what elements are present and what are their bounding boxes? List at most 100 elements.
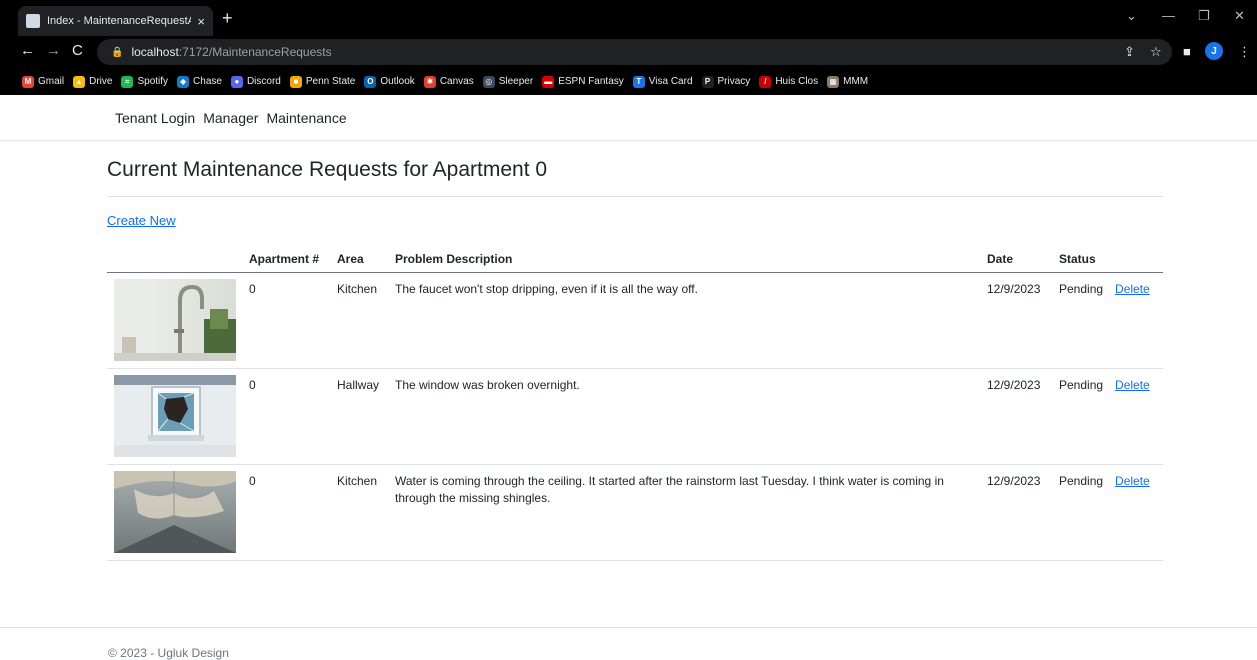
cell-status: Pending [1053,272,1110,369]
bookmark-label: ESPN Fantasy [558,76,624,87]
request-image [107,368,243,465]
bookmark-item[interactable]: ◆ Chase [177,75,222,88]
bookmark-label: Spotify [137,76,169,87]
bookmark-item[interactable]: ▬ ESPN Fantasy [542,75,624,88]
footer-copyright: © 2023 - Ugluk Design [108,646,229,660]
page-favicon-icon [26,14,40,28]
header-area: Area [331,246,389,273]
bookmark-label: Privacy [717,76,751,87]
bookmark-item[interactable]: O Outlook [364,75,415,88]
bookmark-label: Gmail [38,76,65,87]
bookmark-label: Outlook [380,76,415,87]
cell-actions: Delete [1109,272,1163,369]
discord-icon: ● [230,75,243,88]
page-title: Current Maintenance Requests for Apartme… [107,142,1163,197]
table-row: 0 Hallway The window was broken overnight.… [107,368,1163,465]
canvas-icon: ✱ [423,75,436,88]
bookmark-item[interactable]: ✱ Canvas [423,75,474,88]
nav-maintenance[interactable]: Maintenance [266,110,346,126]
bookmark-item[interactable]: ≈ Spotify [121,75,169,88]
side-panel-icon[interactable]: ■ [1183,44,1191,59]
cell-actions: Delete [1109,368,1163,465]
cell-status: Pending [1053,464,1110,561]
delete-link[interactable]: Delete [1115,474,1150,488]
cell-area: Kitchen [331,272,389,369]
bookmark-item[interactable]: ▲ Drive [73,75,113,88]
tab-strip: Index - MaintenanceRequestApp × + ⌄ — ❐ … [0,0,1257,36]
bookmark-item[interactable]: ● Discord [230,75,281,88]
header-problem: Problem Description [389,246,981,273]
drive-icon: ▲ [73,75,86,88]
forward-icon[interactable]: → [46,42,61,59]
maximize-icon[interactable]: ❐ [1198,8,1210,24]
url-path: :7172/MaintenanceRequests [178,45,332,59]
bookmark-item[interactable]: / Huis Clos [759,75,819,88]
header-image [107,246,243,273]
bookmark-label: Huis Clos [775,76,819,87]
window-close-icon[interactable]: ✕ [1234,8,1245,24]
reload-icon[interactable]: C [72,42,83,59]
cell-apartment: 0 [243,368,331,465]
nav-tenant-login[interactable]: Tenant Login [115,110,195,126]
minimize-icon[interactable]: — [1162,8,1175,23]
cell-apartment: 0 [243,464,331,561]
browser-toolbar: ← → C 🔒 localhost :7172/MaintenanceReque… [0,36,1257,68]
delete-link[interactable]: Delete [1115,282,1150,296]
visa-icon: T [632,75,645,88]
cell-problem: The window was broken overnight. [389,368,981,465]
share-icon[interactable]: ⇪ [1124,44,1135,60]
new-tab-button[interactable]: + [222,8,233,29]
back-icon[interactable]: ← [20,42,35,59]
requests-table: Apartment # Area Problem Description Dat… [107,246,1163,561]
address-bar[interactable]: 🔒 localhost :7172/MaintenanceRequests [97,39,1172,65]
bookmark-label: Discord [246,76,281,87]
header-date: Date [981,246,1053,273]
delete-link[interactable]: Delete [1115,378,1150,392]
bookmark-item[interactable]: ▦ MMM [827,75,868,88]
espn-icon: ▬ [542,75,555,88]
bookmark-item[interactable]: ◎ Sleeper [482,75,534,88]
cell-apartment: 0 [243,272,331,369]
chase-icon: ◆ [177,75,190,88]
header-status: Status [1053,246,1110,273]
cell-date: 12/9/2023 [981,368,1053,465]
sleeper-icon: ◎ [482,75,495,88]
request-image [107,272,243,369]
privacy-icon: P [701,75,714,88]
bookmark-item[interactable]: M Gmail [22,75,65,88]
outlook-icon: O [364,75,377,88]
cell-date: 12/9/2023 [981,272,1053,369]
bookmark-item[interactable]: ■ Penn State [289,75,356,88]
bookmark-star-icon[interactable]: ☆ [1150,44,1162,60]
bookmark-label: Drive [89,76,113,87]
bookmarks-bar: M Gmail ▲ Drive ≈ Spotify ◆ Chase ● Discord ■ Penn … [0,68,1257,95]
tab-search-icon[interactable]: ⌄ [1126,8,1137,24]
bookmark-item[interactable]: T Visa Card [632,75,693,88]
url-host: localhost [131,45,179,59]
bookmark-label: Visa Card [648,76,693,87]
table-row: 0 Kitchen Water is coming through the ceil… [107,464,1163,561]
profile-avatar[interactable]: J [1205,42,1223,60]
cell-area: Hallway [331,368,389,465]
tab-close-icon[interactable]: × [197,14,205,29]
mmm-icon: ▦ [827,75,840,88]
bookmark-label: Penn State [305,76,356,87]
menu-kebab-icon[interactable]: ⋮ [1238,44,1251,60]
bookmark-label: Sleeper [498,76,534,87]
cell-problem: Water is coming through the ceiling. It … [389,464,981,561]
nav-manager[interactable]: Manager [203,110,258,126]
gmail-icon: M [22,75,34,88]
footer: © 2023 - Ugluk Design [0,627,1257,660]
browser-chrome: Index - MaintenanceRequestApp × + ⌄ — ❐ … [0,0,1257,95]
huisclos-icon: / [759,75,772,88]
cell-area: Kitchen [331,464,389,561]
pennstate-icon: ■ [289,75,302,88]
site-navbar: Tenant Login Manager Maintenance [0,95,1257,141]
bookmark-label: Chase [193,76,222,87]
create-new-link[interactable]: Create New [107,213,176,228]
bookmark-item[interactable]: P Privacy [701,75,751,88]
browser-tab[interactable]: Index - MaintenanceRequestApp × [18,6,213,36]
request-image [107,464,243,561]
table-header-row: Apartment # Area Problem Description Dat… [107,246,1163,273]
spotify-icon: ≈ [121,75,134,88]
